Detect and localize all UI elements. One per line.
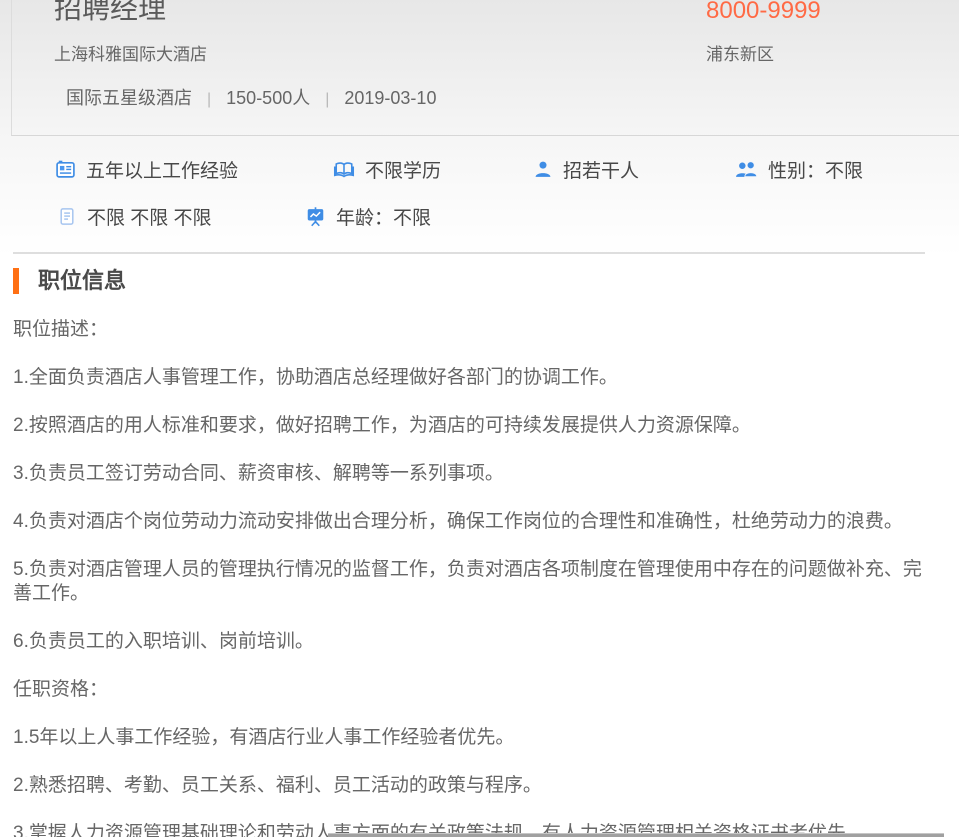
salary-range: 8000-9999	[706, 0, 821, 25]
qualification-heading: 任职资格：	[13, 678, 933, 702]
requirement-label: 不限学历	[365, 156, 441, 183]
requirement-headcount: 招若干人	[533, 157, 639, 181]
book-icon	[333, 159, 355, 180]
requirement-gender: 性别：不限	[735, 157, 863, 181]
person-icon	[533, 159, 553, 180]
requirement-other: 不限 不限 不限	[57, 204, 212, 228]
company-tags: 国际五星级酒店 | 150-500人 | 2019-03-10	[66, 86, 436, 112]
tag-separator: |	[325, 91, 329, 108]
job-detail-page: 招聘经理 8000-9999 上海科雅国际大酒店 浦东新区 国际五星级酒店 | 15…	[0, 0, 959, 837]
section-accent-bar	[13, 268, 19, 294]
resume-icon	[55, 159, 76, 180]
job-info-section-header: 职位信息	[13, 268, 126, 294]
tag-company-size: 150-500人	[226, 88, 310, 108]
document-icon	[57, 206, 77, 227]
job-location: 浦东新区	[706, 44, 774, 66]
requirement-label: 招若干人	[563, 156, 639, 183]
requirement-label: 年龄：不限	[336, 203, 431, 230]
description-paragraph: 2.熟悉招聘、考勤、员工关系、福利、员工活动的政策与程序。	[13, 774, 933, 798]
section-title: 职位信息	[38, 268, 126, 294]
requirement-label: 五年以上工作经验	[86, 156, 238, 183]
job-header-card: 招聘经理 8000-9999 上海科雅国际大酒店 浦东新区 国际五星级酒店 | 15…	[11, 0, 959, 136]
description-paragraph: 6.负责员工的入职培训、岗前培训。	[13, 630, 933, 654]
requirement-experience: 五年以上工作经验	[55, 157, 238, 181]
requirement-age: 年龄：不限	[305, 204, 431, 228]
description-paragraph: 1.5年以上人事工作经验，有酒店行业人事工作经验者优先。	[13, 726, 933, 750]
requirement-education: 不限学历	[333, 157, 441, 181]
tag-separator: |	[207, 91, 211, 108]
description-paragraph: 3.负责员工签订劳动合同、薪资审核、解聘等一系列事项。	[13, 462, 933, 486]
chart-board-icon	[305, 206, 326, 227]
description-paragraph: 1.全面负责酒店人事管理工作，协助酒店总经理做好各部门的协调工作。	[13, 366, 933, 390]
description-heading: 职位描述：	[13, 318, 933, 342]
job-title: 招聘经理	[54, 0, 166, 25]
requirement-label: 不限 不限 不限	[87, 203, 212, 230]
job-description: 职位描述： 1.全面负责酒店人事管理工作，协助酒店总经理做好各部门的协调工作。 …	[13, 318, 933, 837]
people-icon	[735, 159, 758, 180]
section-divider	[13, 252, 925, 254]
tag-post-date: 2019-03-10	[344, 88, 436, 108]
description-paragraph: 4.负责对酒店个岗位劳动力流动安排做出合理分析，确保工作岗位的合理性和准确性，杜…	[13, 510, 933, 534]
bottom-edge-bar	[328, 833, 944, 837]
company-name: 上海科雅国际大酒店	[54, 44, 207, 66]
description-paragraph: 5.负责对酒店管理人员的管理执行情况的监督工作，负责对酒店各项制度在管理使用中存…	[13, 558, 933, 606]
tag-hotel-grade: 国际五星级酒店	[66, 88, 192, 108]
description-paragraph: 2.按照酒店的用人标准和要求，做好招聘工作，为酒店的可持续发展提供人力资源保障。	[13, 414, 933, 438]
requirement-label: 性别：不限	[768, 156, 863, 183]
